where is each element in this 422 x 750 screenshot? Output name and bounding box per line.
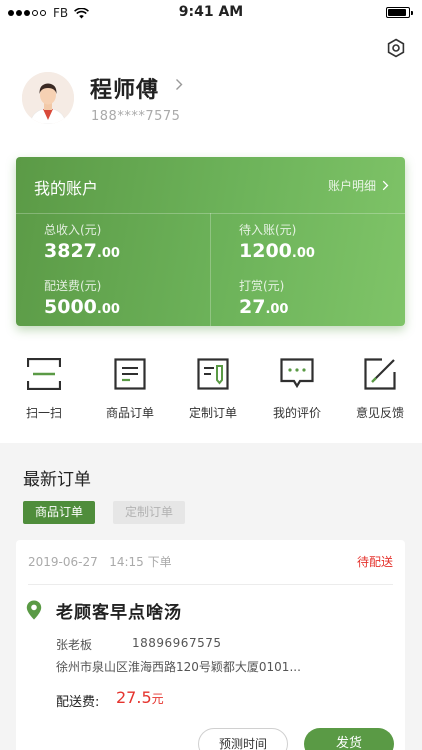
stat-value: 27.00 [239, 296, 289, 318]
quick-actions: 扫一扫 商品订单 定制订单 我的评价 意见反馈 [0, 350, 422, 430]
delivery-fee-label: 配送费: [56, 695, 100, 710]
delivery-fee-value: 27.5元 [116, 688, 164, 707]
action-product-order[interactable]: 商品订单 [92, 350, 168, 421]
action-label: 我的评价 [272, 406, 321, 420]
chevron-right-icon [382, 180, 389, 191]
customer-address: 徐州市泉山区淮海西路120号颖都大厦0101... [56, 660, 301, 674]
product-order-icon [114, 358, 146, 390]
stat-value: 1200.00 [239, 240, 315, 262]
action-label: 商品订单 [105, 406, 154, 420]
order-placed-label: 下单 [147, 555, 172, 569]
stat-pending: 待入账(元) 1200.00 [239, 221, 315, 262]
action-custom-order[interactable]: 定制订单 [175, 350, 251, 421]
action-label: 意见反馈 [355, 406, 404, 420]
section-title: 最新订单 [23, 470, 91, 490]
account-detail-link[interactable]: 账户明细 [328, 177, 389, 194]
stat-total-income: 总收入(元) 3827.00 [44, 221, 120, 262]
stat-value: 3827.00 [44, 240, 120, 262]
stat-tips: 打赏(元) 27.00 [239, 277, 288, 318]
stat-value: 5000.00 [44, 296, 120, 318]
stat-label: 待入账(元) [239, 223, 297, 237]
action-label: 扫一扫 [25, 406, 62, 420]
order-status: 待配送 [356, 555, 393, 569]
settings-icon[interactable] [386, 38, 406, 58]
order-card[interactable]: 2019-06-27 14:15 下单 待配送 老顾客早点啥汤 张老板 1889… [16, 540, 405, 750]
battery-icon [386, 7, 413, 18]
tab-product-orders[interactable]: 商品订单 [23, 501, 96, 524]
location-pin-icon [26, 600, 42, 620]
custom-order-icon [197, 358, 229, 390]
customer-phone[interactable]: 18896967575 [132, 636, 221, 650]
feedback-icon [364, 358, 396, 390]
stat-delivery-fee: 配送费(元) 5000.00 [44, 277, 120, 318]
profile-name[interactable]: 程师傅 [90, 72, 159, 104]
account-detail-label: 账户明细 [327, 179, 376, 193]
order-datetime: 2019-06-27 14:15 下单 [28, 553, 172, 570]
ship-button[interactable]: 发货 [304, 728, 394, 750]
action-feedback[interactable]: 意见反馈 [342, 350, 418, 421]
action-label: 定制订单 [188, 406, 237, 420]
chevron-right-icon[interactable] [175, 78, 183, 91]
review-icon [280, 358, 314, 389]
order-time: 14:15 [109, 555, 144, 569]
avatar[interactable] [22, 72, 74, 124]
tab-custom-orders[interactable]: 定制订单 [113, 501, 186, 524]
card-divider-vertical [210, 213, 211, 326]
profile-phone: 188****7575 [91, 109, 181, 124]
order-date: 2019-06-27 [28, 555, 98, 569]
stat-label: 打赏(元) [239, 279, 285, 293]
order-divider [28, 584, 393, 585]
shop-name: 老顾客早点啥汤 [56, 603, 182, 623]
account-card: 我的账户 账户明细 总收入(元) 3827.00 待入账(元) 1200.00 … [16, 157, 405, 326]
stat-label: 总收入(元) [44, 223, 102, 237]
status-bar: FB 9:41 AM [0, 0, 422, 26]
account-title: 我的账户 [34, 179, 99, 198]
scan-icon [27, 358, 61, 390]
status-time: 9:41 AM [178, 4, 244, 20]
estimate-time-button[interactable]: 预测时间 [198, 728, 288, 750]
stat-label: 配送费(元) [44, 279, 102, 293]
avatar-doctor-icon [22, 72, 74, 124]
action-scan[interactable]: 扫一扫 [6, 350, 82, 421]
customer-name: 张老板 [56, 638, 93, 652]
action-my-reviews[interactable]: 我的评价 [259, 350, 335, 421]
